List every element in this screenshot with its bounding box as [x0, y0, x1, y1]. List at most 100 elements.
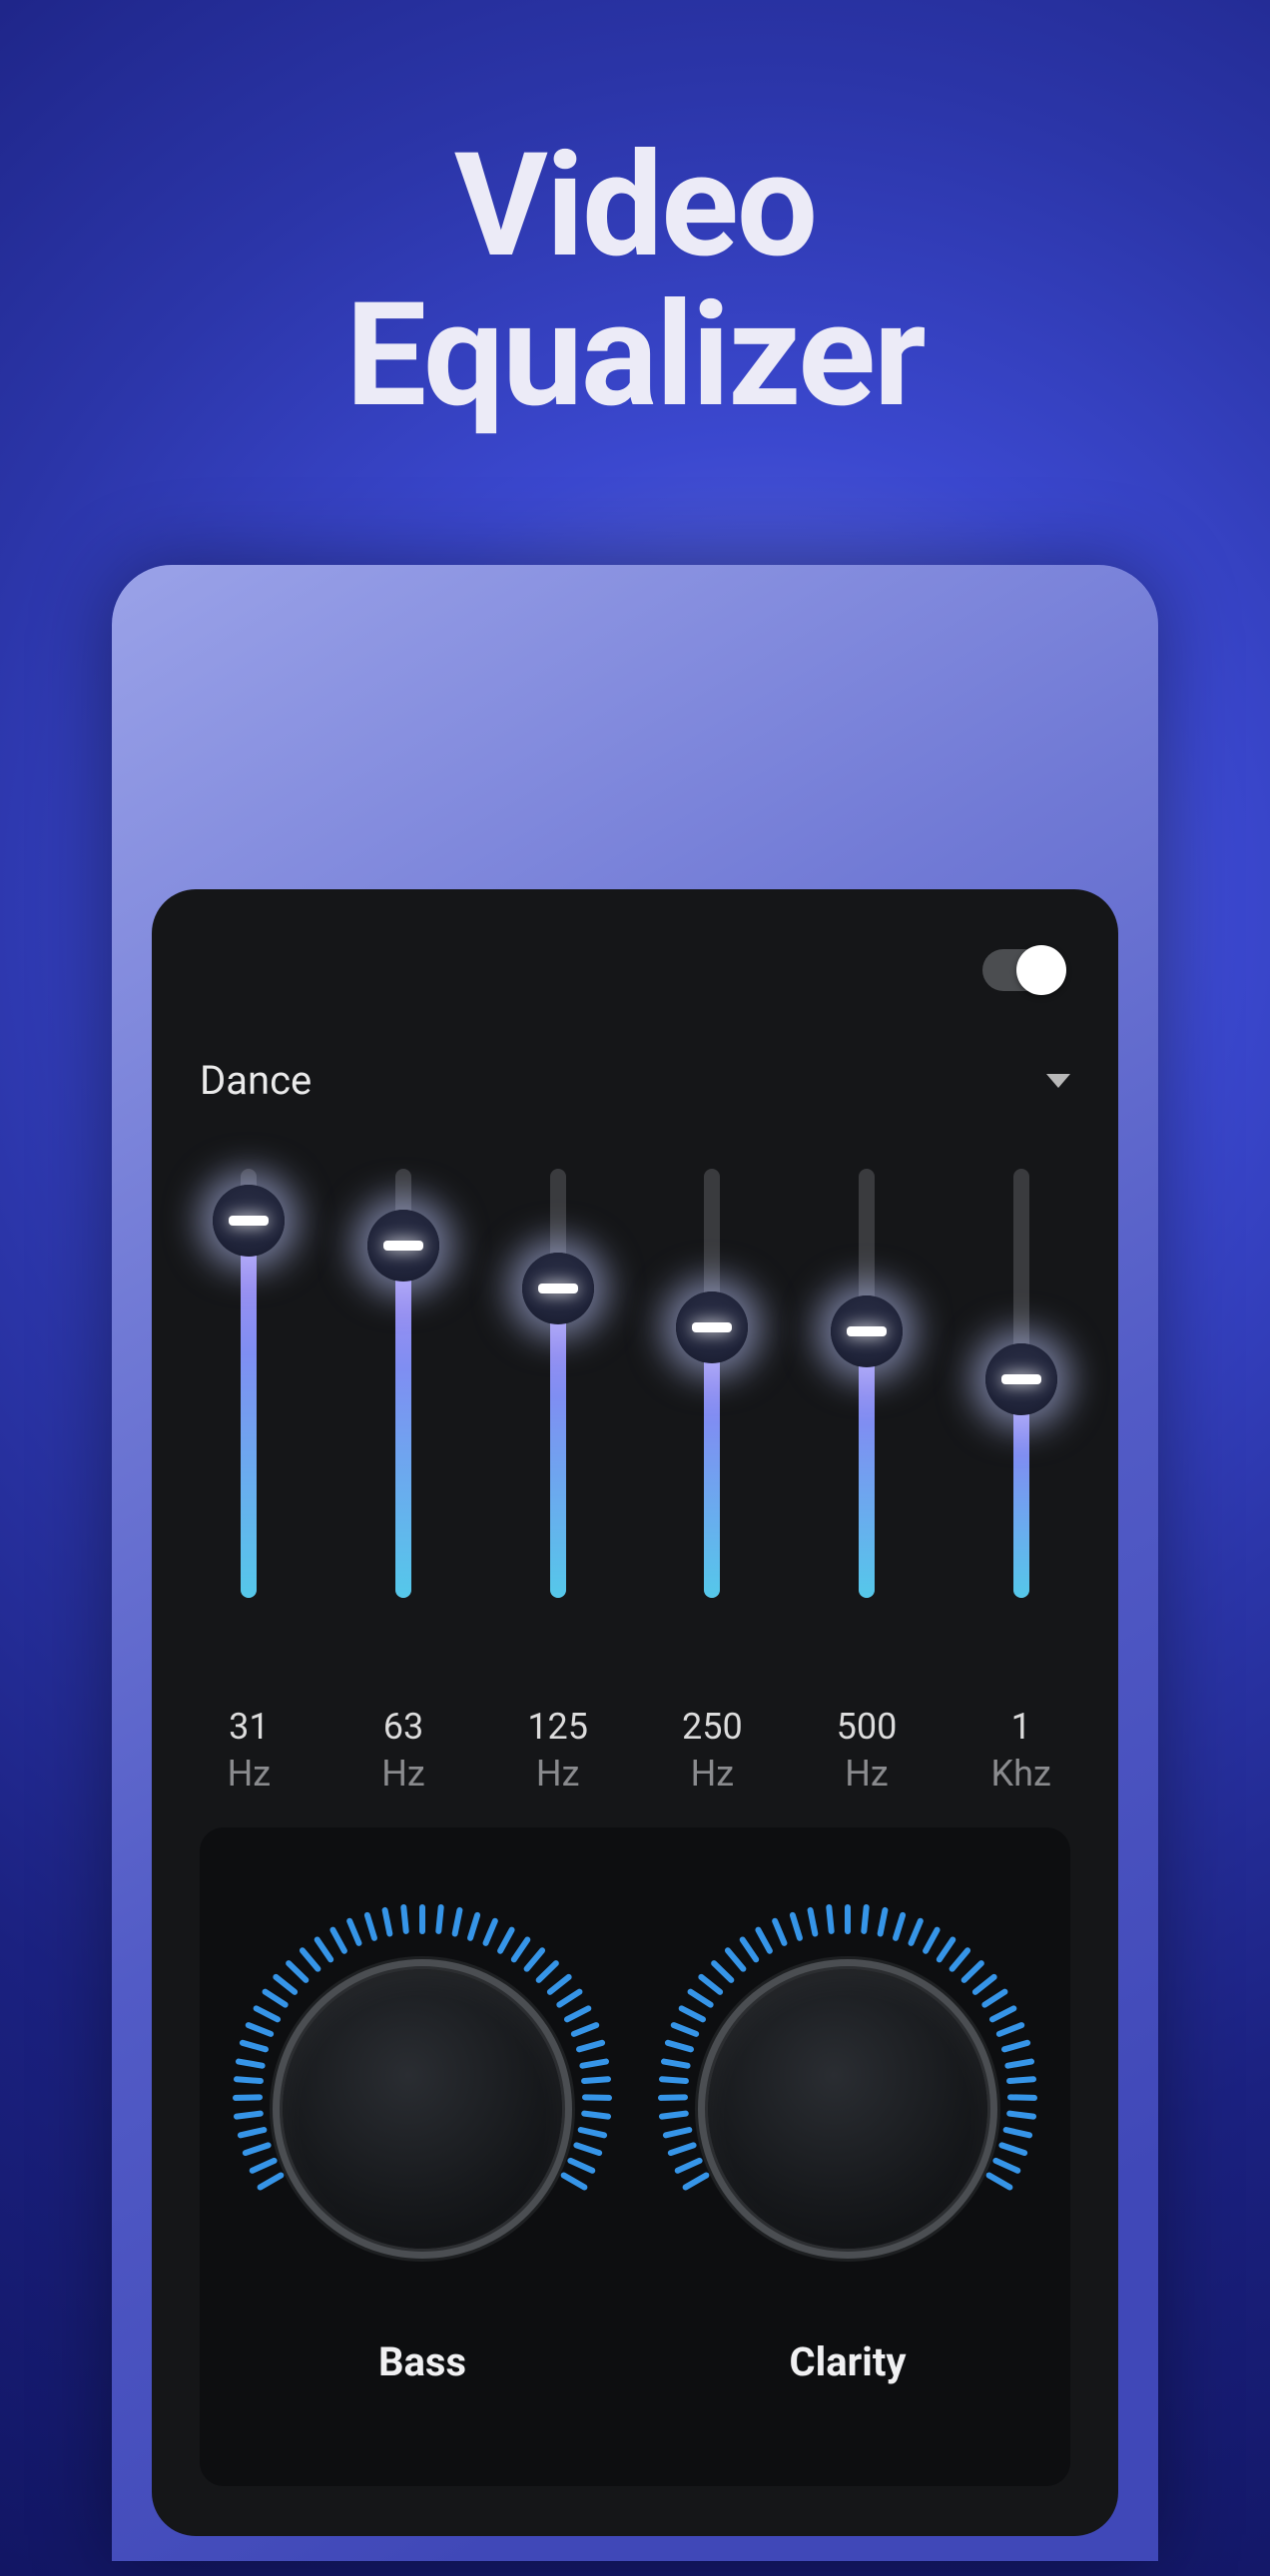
slider-thumb[interactable]	[522, 1253, 594, 1324]
knob-tick	[239, 2039, 270, 2053]
knob-tick	[582, 2094, 612, 2101]
toggle-thumb	[1016, 945, 1066, 995]
knob-tick	[573, 2142, 603, 2157]
freq-number: 125	[480, 1704, 635, 1751]
knob-tick	[545, 1973, 572, 1996]
knob-tick	[670, 2021, 700, 2038]
knob-tick	[253, 2004, 282, 2023]
knob-tick	[674, 2157, 704, 2175]
knob-tick	[299, 1946, 322, 1973]
knob-tick	[877, 1907, 889, 1938]
title-line-1: Video	[454, 122, 816, 290]
slider-fill	[395, 1246, 411, 1598]
knob-tick	[826, 1904, 835, 1934]
knob-tick	[257, 2171, 286, 2191]
knob-tick	[559, 2171, 588, 2191]
hero-title: Video Equalizer	[0, 132, 1270, 431]
knob-tick	[682, 2171, 711, 2191]
knob-tick	[234, 2110, 265, 2120]
slider-thumb[interactable]	[213, 1185, 285, 1257]
knob-tick	[435, 1904, 444, 1934]
knob-tick	[959, 1959, 985, 1984]
knob-tick	[237, 2126, 268, 2139]
knob-tick	[577, 2126, 608, 2139]
freq-number: 63	[326, 1704, 481, 1751]
knob-tick	[988, 2004, 1017, 2023]
knob-tick	[581, 2076, 611, 2084]
freq-unit: Hz	[790, 1751, 945, 1798]
knob-tick	[687, 1988, 715, 2009]
knob-tick	[710, 1959, 736, 1984]
knob-tick	[984, 2171, 1013, 2191]
slider-track	[550, 1169, 566, 1598]
slider-fill	[550, 1288, 566, 1598]
knob-tick	[807, 1907, 819, 1938]
knob-tick	[285, 1959, 311, 1984]
knob-tick	[1007, 2094, 1037, 2101]
knob-tick	[510, 1935, 532, 1963]
knob-tick	[1006, 2076, 1036, 2084]
knob-tick	[233, 2076, 263, 2084]
bass-knob[interactable]	[233, 1919, 612, 2299]
freq-label: 250Hz	[635, 1704, 790, 1798]
knob-area: Bass Clarity	[200, 1827, 1070, 2486]
knob-tick	[419, 1904, 425, 1934]
freq-number: 1	[944, 1704, 1098, 1751]
knob-tick	[907, 1917, 924, 1947]
knob-tick	[698, 1973, 725, 1996]
knob-tick	[273, 1973, 300, 1996]
eq-slider-250Hz[interactable]: 250Hz	[635, 1169, 790, 1798]
knob-tick	[245, 2021, 275, 2038]
freq-number: 500	[790, 1704, 945, 1751]
knob-group-bass: Bass	[233, 1919, 612, 2385]
knob-tick	[936, 1935, 957, 1963]
slider-thumb[interactable]	[831, 1295, 903, 1367]
knob-tick	[738, 1935, 760, 1963]
knob-tick	[980, 1988, 1008, 2009]
freq-unit: Hz	[635, 1751, 790, 1798]
knob-tick	[970, 1973, 997, 1996]
slider-fill	[241, 1221, 257, 1598]
slider-thumb[interactable]	[367, 1210, 439, 1282]
clarity-knob-label: Clarity	[789, 2338, 906, 2385]
knob-tick	[400, 1904, 409, 1934]
knob-tick	[481, 1917, 498, 1947]
preset-selector[interactable]: Dance	[200, 1057, 1070, 1104]
clarity-knob[interactable]	[658, 1919, 1037, 2299]
knob-tick	[580, 2110, 611, 2120]
freq-number: 250	[635, 1704, 790, 1751]
knob-tick	[771, 1917, 788, 1947]
eq-slider-63Hz[interactable]: 63Hz	[326, 1169, 481, 1798]
freq-label: 31Hz	[172, 1704, 326, 1798]
knob-tick	[242, 2142, 272, 2157]
slider-track	[704, 1169, 720, 1598]
knob-tick	[658, 2094, 688, 2101]
eq-slider-1Khz[interactable]: 1Khz	[944, 1169, 1098, 1798]
slider-track	[395, 1169, 411, 1598]
knob-tick	[451, 1907, 463, 1938]
slider-fill	[859, 1331, 875, 1598]
knob-tick	[567, 2157, 597, 2175]
freq-number: 31	[172, 1704, 326, 1751]
eq-slider-31Hz[interactable]: 31Hz	[172, 1169, 326, 1798]
eq-slider-125Hz[interactable]: 125Hz	[480, 1169, 635, 1798]
knob-tick	[892, 1911, 907, 1941]
knob-tick	[664, 2039, 695, 2053]
phone-mockup: Dance 31Hz63Hz125Hz250Hz500Hz1Khz Bass C…	[112, 565, 1158, 2561]
knob-tick	[1000, 2039, 1031, 2053]
freq-unit: Hz	[172, 1751, 326, 1798]
knob-tick	[659, 2110, 690, 2120]
knob-tick	[1002, 2126, 1033, 2139]
freq-label: 63Hz	[326, 1704, 481, 1798]
slider-thumb[interactable]	[985, 1343, 1057, 1415]
knob-tick	[995, 2021, 1025, 2038]
knob-tick	[660, 2058, 691, 2069]
knob-group-clarity: Clarity	[658, 1919, 1037, 2385]
eq-slider-500Hz[interactable]: 500Hz	[790, 1169, 945, 1798]
freq-label: 1Khz	[944, 1704, 1098, 1798]
equalizer-toggle[interactable]	[982, 949, 1062, 991]
knob-tick	[570, 2021, 600, 2038]
slider-thumb[interactable]	[676, 1291, 748, 1363]
freq-unit: Hz	[480, 1751, 635, 1798]
title-line-2: Equalizer	[345, 271, 924, 440]
